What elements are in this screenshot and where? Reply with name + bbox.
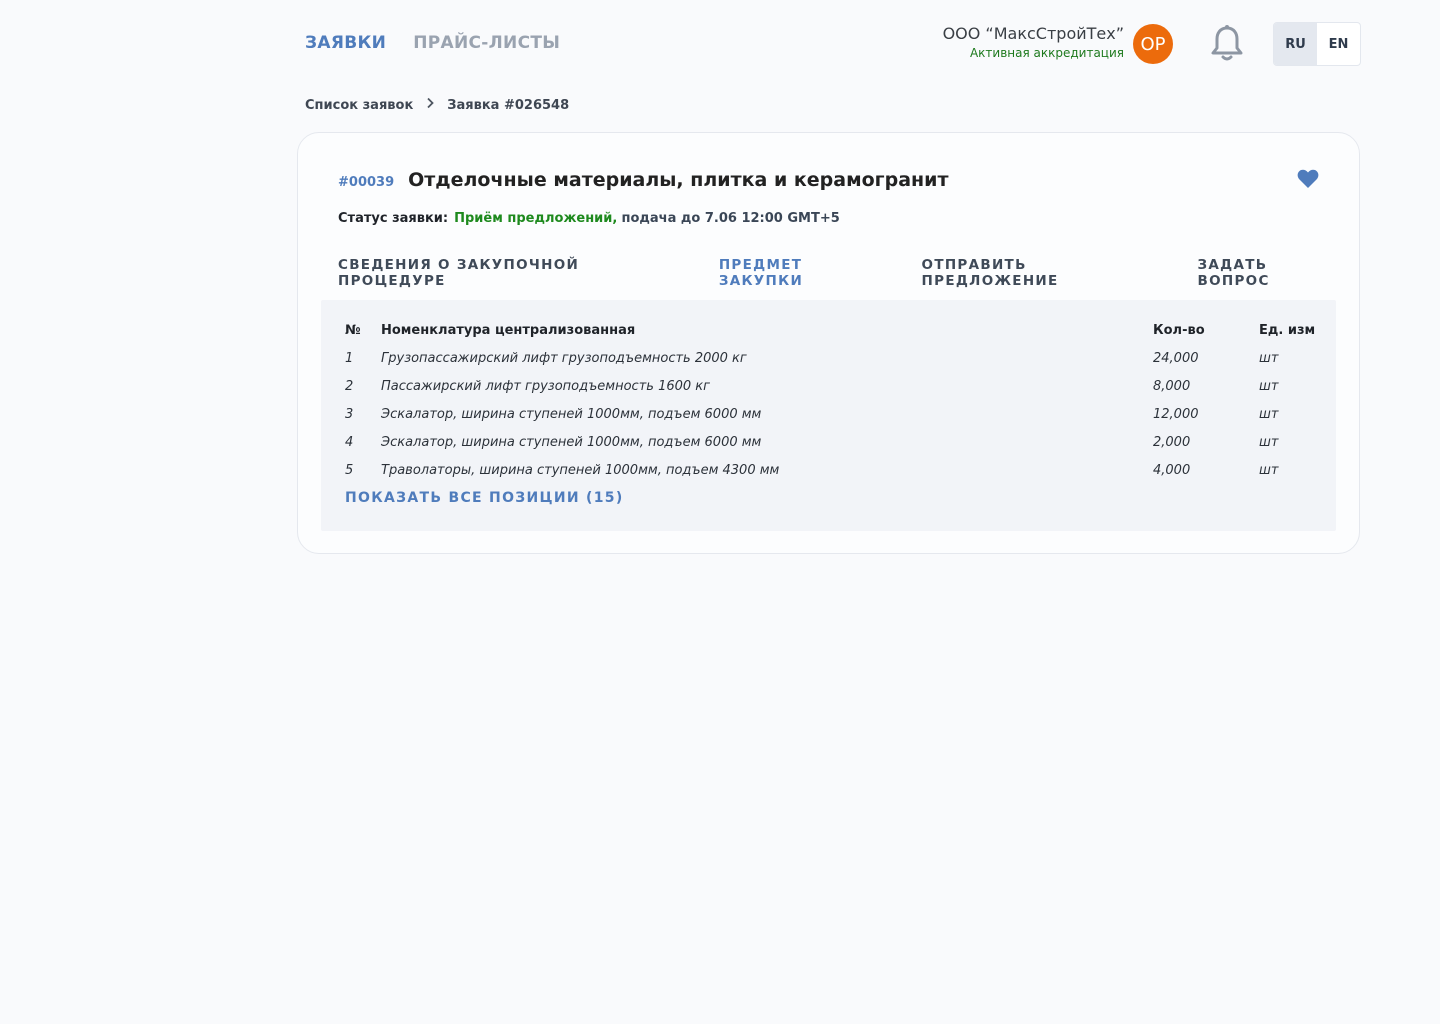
nav-item-requests[interactable]: ЗАЯВКИ <box>305 33 386 53</box>
row-name: Эскалатор, ширина ступеней 1000мм, подъе… <box>381 406 762 422</box>
row-name: Грузопассажирский лифт грузоподъемность … <box>381 350 747 366</box>
tab-procedure-info[interactable]: СВЕДЕНИЯ О ЗАКУПОЧНОЙ ПРОЦЕДУРЕ <box>322 245 703 303</box>
row-num: 2 <box>345 378 354 394</box>
tab-ask-question[interactable]: ЗАДАТЬ ВОПРОС <box>1182 245 1359 303</box>
row-unit: шт <box>1259 462 1279 478</box>
row-unit: шт <box>1259 378 1279 394</box>
company-name: ООО “МаксСтройТех” <box>942 24 1124 43</box>
company-info: ООО “МаксСтройТех” Активная аккредитация <box>943 24 1124 60</box>
row-unit: шт <box>1259 406 1279 422</box>
row-qty: 12,000 <box>1153 406 1199 422</box>
row-name: Пассажирский лифт грузоподъемность 1600 … <box>381 378 710 394</box>
items-table-container: № Номенклатура централизованная Кол-во Е… <box>321 300 1336 531</box>
row-unit: шт <box>1259 434 1279 450</box>
breadcrumb-current: Заявка #026548 <box>447 97 570 113</box>
lang-ru-button[interactable]: RU <box>1274 23 1317 65</box>
column-header-unit: Ед. изм <box>1259 322 1316 338</box>
tab-send-offer[interactable]: ОТПРАВИТЬ ПРЕДЛОЖЕНИЕ <box>906 245 1182 303</box>
breadcrumb-parent[interactable]: Список заявок <box>305 98 413 113</box>
request-id: #00039 <box>338 175 395 190</box>
row-unit: шт <box>1259 350 1279 366</box>
column-header-num: № <box>345 322 361 338</box>
status-value: Приём предложений, <box>454 211 618 226</box>
card-header: #00039 Отделочные материалы, плитка и ке… <box>338 169 948 191</box>
row-num: 4 <box>345 434 354 450</box>
table-row: 1 Грузопассажирский лифт грузоподъемност… <box>345 344 1329 372</box>
row-qty: 2,000 <box>1153 434 1191 450</box>
table-row: 2 Пассажирский лифт грузоподъемность 160… <box>345 372 1329 400</box>
request-status: Статус заявки: Приём предложений, подача … <box>338 211 840 226</box>
tab-procurement-subject[interactable]: ПРЕДМЕТ ЗАКУПКИ <box>702 245 906 303</box>
row-name: Эскалатор, ширина ступеней 1000мм, подъе… <box>381 434 762 450</box>
nav-item-price-lists[interactable]: ПРАЙС-ЛИСТЫ <box>413 33 560 53</box>
table-row: 4 Эскалатор, ширина ступеней 1000мм, под… <box>345 428 1329 456</box>
row-qty: 8,000 <box>1153 378 1191 394</box>
top-nav: ЗАЯВКИ ПРАЙС-ЛИСТЫ <box>305 33 560 53</box>
lang-en-button[interactable]: EN <box>1317 23 1360 65</box>
table-header-row: № Номенклатура централизованная Кол-во Е… <box>345 316 1329 344</box>
request-card: #00039 Отделочные материалы, плитка и ке… <box>297 132 1360 554</box>
request-title: Отделочные материалы, плитка и керамогра… <box>408 169 949 191</box>
language-switcher: RU EN <box>1273 22 1361 66</box>
column-header-name: Номенклатура централизованная <box>381 322 636 338</box>
row-qty: 24,000 <box>1153 350 1199 366</box>
column-header-qty: Кол-во <box>1153 322 1205 338</box>
heart-icon[interactable] <box>1297 169 1319 189</box>
status-deadline: подача до 7.06 12:00 GMT+5 <box>621 211 840 226</box>
row-num: 5 <box>345 462 354 478</box>
accreditation-status: Активная аккредитация <box>969 46 1124 60</box>
bell-icon[interactable] <box>1209 24 1245 64</box>
show-all-positions-link[interactable]: ПОКАЗАТЬ ВСЕ ПОЗИЦИИ (15) <box>345 490 624 506</box>
row-num: 1 <box>345 350 354 366</box>
items-table: № Номенклатура централизованная Кол-во Е… <box>345 316 1329 484</box>
chevron-right-icon <box>425 97 435 113</box>
row-name: Траволаторы, ширина ступеней 1000мм, под… <box>381 462 780 478</box>
status-label: Статус заявки: <box>338 211 449 226</box>
row-num: 3 <box>345 406 354 422</box>
breadcrumb: Список заявок Заявка #026548 <box>305 97 569 113</box>
table-row: 3 Эскалатор, ширина ступеней 1000мм, под… <box>345 400 1329 428</box>
row-qty: 4,000 <box>1153 462 1191 478</box>
table-row: 5 Траволаторы, ширина ступеней 1000мм, п… <box>345 456 1329 484</box>
avatar[interactable]: ОР <box>1133 24 1173 64</box>
tab-bar: СВЕДЕНИЯ О ЗАКУПОЧНОЙ ПРОЦЕДУРЕ ПРЕДМЕТ … <box>322 245 1359 303</box>
